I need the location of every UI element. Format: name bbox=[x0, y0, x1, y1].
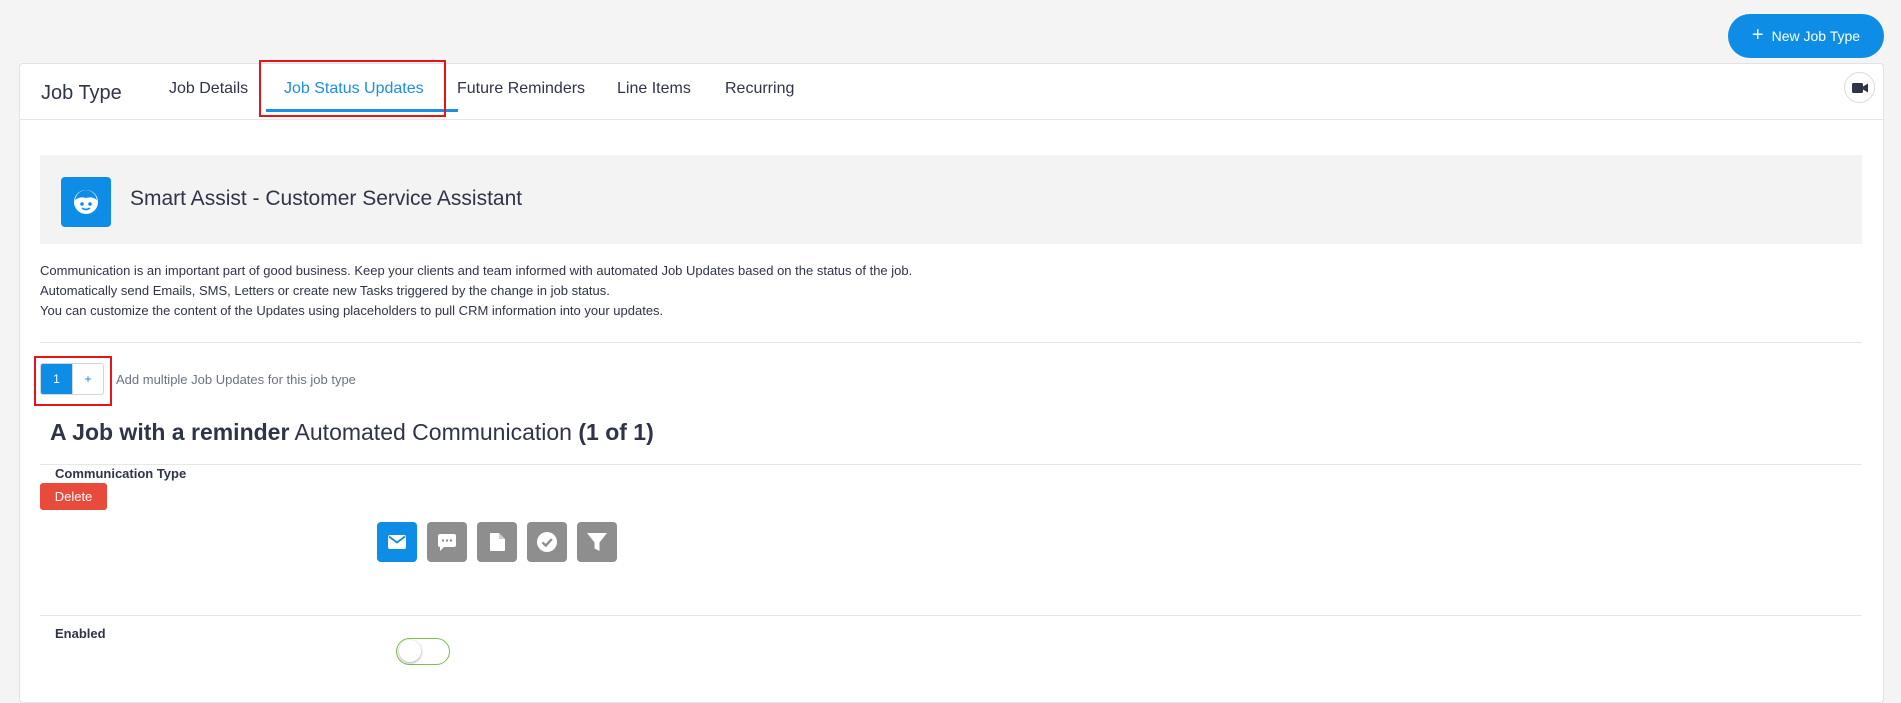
smart-assist-title: Smart Assist - Customer Service Assistan… bbox=[130, 187, 523, 210]
card-title: Job Type bbox=[41, 82, 122, 104]
description-line: You can customize the content of the Upd… bbox=[40, 303, 664, 318]
divider bbox=[40, 464, 1862, 465]
filter-icon bbox=[587, 533, 607, 551]
job-type-card: Job Type Job Details Job Status Updates … bbox=[19, 63, 1884, 703]
email-type-button[interactable] bbox=[377, 522, 417, 562]
toggle-knob bbox=[399, 640, 421, 662]
video-button[interactable] bbox=[1844, 72, 1875, 103]
description-line: Communication is an important part of go… bbox=[40, 263, 913, 278]
new-job-type-button[interactable]: + New Job Type bbox=[1728, 14, 1884, 58]
task-type-button[interactable] bbox=[527, 522, 567, 562]
assistant-icon bbox=[61, 177, 111, 227]
task-icon bbox=[537, 532, 557, 552]
video-camera-icon bbox=[1851, 82, 1868, 93]
enabled-toggle[interactable] bbox=[396, 638, 450, 665]
tab-recurring[interactable]: Recurring bbox=[725, 80, 794, 98]
divider bbox=[40, 615, 1862, 616]
job-update-pager: 1 + bbox=[40, 363, 104, 395]
section-title: A Job with a reminder Automated Communic… bbox=[50, 419, 654, 446]
letter-icon bbox=[489, 533, 505, 551]
tab-line-items[interactable]: Line Items bbox=[617, 80, 691, 98]
tab-job-status-updates[interactable]: Job Status Updates bbox=[284, 80, 424, 98]
divider bbox=[40, 342, 1862, 343]
plus-icon: + bbox=[1751, 24, 1764, 46]
pager-hint: Add multiple Job Updates for this job ty… bbox=[116, 372, 356, 387]
communication-type-label: Communication Type bbox=[55, 466, 187, 481]
update-count: (1 of 1) bbox=[578, 419, 654, 445]
delete-button[interactable]: Delete bbox=[40, 483, 107, 510]
email-icon bbox=[388, 535, 406, 549]
job-name: A Job with a reminder bbox=[50, 419, 290, 445]
enabled-label: Enabled bbox=[55, 626, 106, 641]
tab-future-reminders[interactable]: Future Reminders bbox=[457, 80, 585, 98]
description-line: Automatically send Emails, SMS, Letters … bbox=[40, 283, 610, 298]
tab-bar: Job Type Job Details Job Status Updates … bbox=[20, 64, 1883, 120]
add-job-update-button[interactable]: + bbox=[72, 364, 103, 394]
page-1-button[interactable]: 1 bbox=[41, 364, 72, 394]
tab-job-details[interactable]: Job Details bbox=[169, 80, 248, 98]
filter-type-button[interactable] bbox=[577, 522, 617, 562]
section-subtitle: Automated Communication bbox=[294, 419, 572, 445]
sms-icon bbox=[438, 533, 456, 551]
description: Communication is an important part of go… bbox=[40, 261, 912, 321]
new-job-type-label: New Job Type bbox=[1771, 28, 1861, 44]
active-tab-indicator bbox=[266, 109, 458, 112]
letter-type-button[interactable] bbox=[477, 522, 517, 562]
smart-assist-banner: Smart Assist - Customer Service Assistan… bbox=[40, 155, 1862, 244]
sms-type-button[interactable] bbox=[427, 522, 467, 562]
